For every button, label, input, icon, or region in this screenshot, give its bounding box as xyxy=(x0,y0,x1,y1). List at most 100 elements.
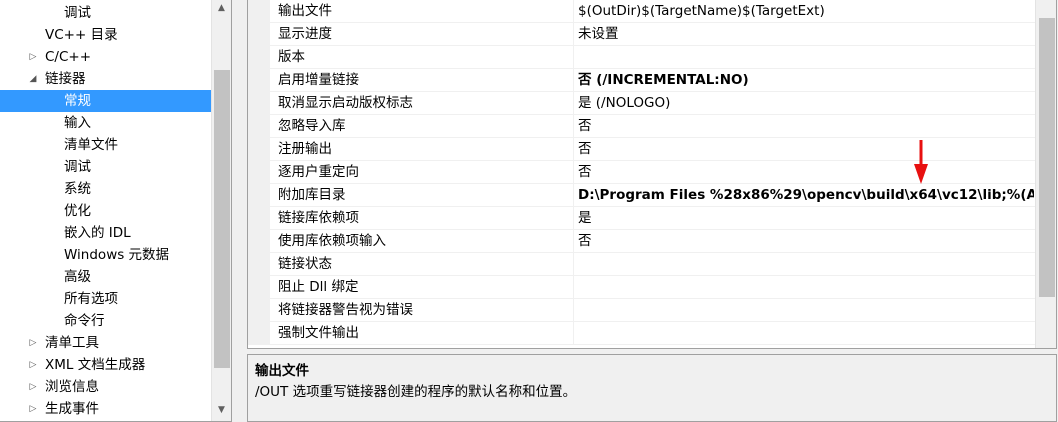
row-gutter xyxy=(248,0,270,23)
property-row[interactable]: 输出文件 $(OutDir)$(TargetName)$(TargetExt) xyxy=(248,0,1035,23)
property-value[interactable]: 否 xyxy=(578,161,1034,184)
tree-scrollbar[interactable]: ▲ ▼ xyxy=(211,0,231,421)
property-row[interactable]: 版本 xyxy=(248,46,1035,69)
property-value[interactable]: 未设置 xyxy=(578,23,1034,46)
row-gutter xyxy=(248,322,270,345)
property-value[interactable] xyxy=(578,253,1034,276)
property-row[interactable]: 阻止 Dll 绑定 xyxy=(248,276,1035,299)
row-gutter xyxy=(248,23,270,46)
tree-item[interactable]: 高级 xyxy=(0,266,211,288)
tree-item[interactable]: ▷ 清单工具 xyxy=(0,332,211,354)
column-separator xyxy=(573,0,574,23)
tree-item[interactable]: 所有选项 xyxy=(0,288,211,310)
red-arrow-icon xyxy=(914,140,928,184)
expand-arrow-icon[interactable]: ▷ xyxy=(27,398,39,420)
expand-arrow-icon[interactable]: ▷ xyxy=(27,376,39,398)
property-scrollbar-thumb[interactable] xyxy=(1039,18,1055,297)
property-row[interactable]: 显示进度 未设置 xyxy=(248,23,1035,46)
row-gutter xyxy=(248,46,270,69)
column-separator xyxy=(573,161,574,184)
property-value[interactable] xyxy=(578,46,1034,69)
category-tree: 调试 VC++ 目录 ▷ C/C++ ◢ 链接器 常规 输入 清单文件 调试 系统 优化 嵌入的 IDL… xyxy=(0,0,232,422)
tree-item[interactable]: ▷ XML 文档生成器 xyxy=(0,354,211,376)
column-separator xyxy=(573,69,574,92)
property-value[interactable]: $(OutDir)$(TargetName)$(TargetExt) xyxy=(578,0,1034,23)
property-row[interactable]: 链接库依赖项 是 xyxy=(248,207,1035,230)
row-gutter xyxy=(248,230,270,253)
tree-list: 调试 VC++ 目录 ▷ C/C++ ◢ 链接器 常规 输入 清单文件 调试 系统 优化 嵌入的 IDL… xyxy=(0,2,211,420)
tree-item[interactable]: ▷ 浏览信息 xyxy=(0,376,211,398)
tree-item[interactable]: 优化 xyxy=(0,200,211,222)
column-separator xyxy=(573,115,574,138)
column-separator xyxy=(573,207,574,230)
column-separator xyxy=(573,322,574,345)
tree-item-label: 系统 xyxy=(64,181,91,197)
property-scrollbar[interactable] xyxy=(1035,0,1056,348)
tree-item-label: 链接器 xyxy=(45,71,86,87)
tree-item-label: 调试 xyxy=(64,159,91,175)
property-value[interactable] xyxy=(578,299,1034,322)
tree-item[interactable]: 常规 xyxy=(0,90,211,112)
row-gutter xyxy=(248,207,270,230)
column-separator xyxy=(573,230,574,253)
tree-item-label: VC++ 目录 xyxy=(45,27,118,43)
expand-arrow-icon[interactable]: ▷ xyxy=(27,332,39,354)
column-separator xyxy=(573,184,574,207)
property-value[interactable]: D:\Program Files %28x86%29\opencv\build\… xyxy=(578,184,1034,207)
tree-item[interactable]: 系统 xyxy=(0,178,211,200)
property-value[interactable]: 是 (/NOLOGO) xyxy=(578,92,1034,115)
tree-item[interactable]: 命令行 xyxy=(0,310,211,332)
tree-item[interactable]: ▷ 生成事件 xyxy=(0,398,211,420)
property-row[interactable]: 取消显示启动版权标志 是 (/NOLOGO) xyxy=(248,92,1035,115)
tree-item-label: 所有选项 xyxy=(64,291,118,307)
tree-item[interactable]: Windows 元数据 xyxy=(0,244,211,266)
property-value[interactable]: 否 xyxy=(578,115,1034,138)
tree-item[interactable]: VC++ 目录 xyxy=(0,24,211,46)
row-gutter xyxy=(248,299,270,322)
property-row[interactable]: 将链接器警告视为错误 xyxy=(248,299,1035,322)
property-value[interactable] xyxy=(578,322,1034,345)
tree-item-label: XML 文档生成器 xyxy=(45,357,146,373)
tree-item-label: 命令行 xyxy=(64,313,105,329)
tree-item[interactable]: ▷ C/C++ xyxy=(0,46,211,68)
property-value[interactable]: 否 (/INCREMENTAL:NO) xyxy=(578,69,1034,92)
tree-scrollbar-thumb[interactable] xyxy=(214,70,230,368)
tree-item-label: C/C++ xyxy=(45,49,92,65)
property-name: 版本 xyxy=(278,49,305,65)
tree-item-label: 嵌入的 IDL xyxy=(64,225,131,241)
property-row[interactable]: 启用增量链接 否 (/INCREMENTAL:NO) xyxy=(248,69,1035,92)
property-row[interactable]: 使用库依赖项输入 否 xyxy=(248,230,1035,253)
property-name: 链接库依赖项 xyxy=(278,210,359,226)
tree-item-label: 高级 xyxy=(64,269,91,285)
column-separator xyxy=(573,276,574,299)
property-value[interactable]: 否 xyxy=(578,138,1034,161)
property-row[interactable]: 附加库目录 D:\Program Files %28x86%29\opencv\b… xyxy=(248,184,1035,207)
property-name: 启用增量链接 xyxy=(278,72,359,88)
scroll-up-icon[interactable]: ▲ xyxy=(212,0,231,17)
column-separator xyxy=(573,92,574,115)
tree-item[interactable]: 清单文件 xyxy=(0,134,211,156)
expand-arrow-icon[interactable]: ▷ xyxy=(27,46,39,68)
property-value[interactable] xyxy=(578,276,1034,299)
collapse-arrow-icon[interactable]: ◢ xyxy=(27,68,39,90)
tree-item[interactable]: 调试 xyxy=(0,156,211,178)
property-value[interactable]: 是 xyxy=(578,207,1034,230)
column-separator xyxy=(573,299,574,322)
row-gutter xyxy=(248,69,270,92)
property-row[interactable]: 链接状态 xyxy=(248,253,1035,276)
property-value[interactable]: 否 xyxy=(578,230,1034,253)
column-separator xyxy=(573,46,574,69)
property-row[interactable]: 强制文件输出 xyxy=(248,322,1035,345)
tree-item[interactable]: 调试 xyxy=(0,2,211,24)
description-title: 输出文件 xyxy=(255,363,309,379)
expand-arrow-icon[interactable]: ▷ xyxy=(27,354,39,376)
tree-item-label: 调试 xyxy=(64,5,91,21)
property-row[interactable]: 忽略导入库 否 xyxy=(248,115,1035,138)
property-name: 链接状态 xyxy=(278,256,332,272)
tree-item[interactable]: 输入 xyxy=(0,112,211,134)
scroll-down-icon[interactable]: ▼ xyxy=(212,402,231,419)
row-gutter xyxy=(248,253,270,276)
tree-item[interactable]: ◢ 链接器 xyxy=(0,68,211,90)
tree-item[interactable]: 嵌入的 IDL xyxy=(0,222,211,244)
row-gutter xyxy=(248,161,270,184)
